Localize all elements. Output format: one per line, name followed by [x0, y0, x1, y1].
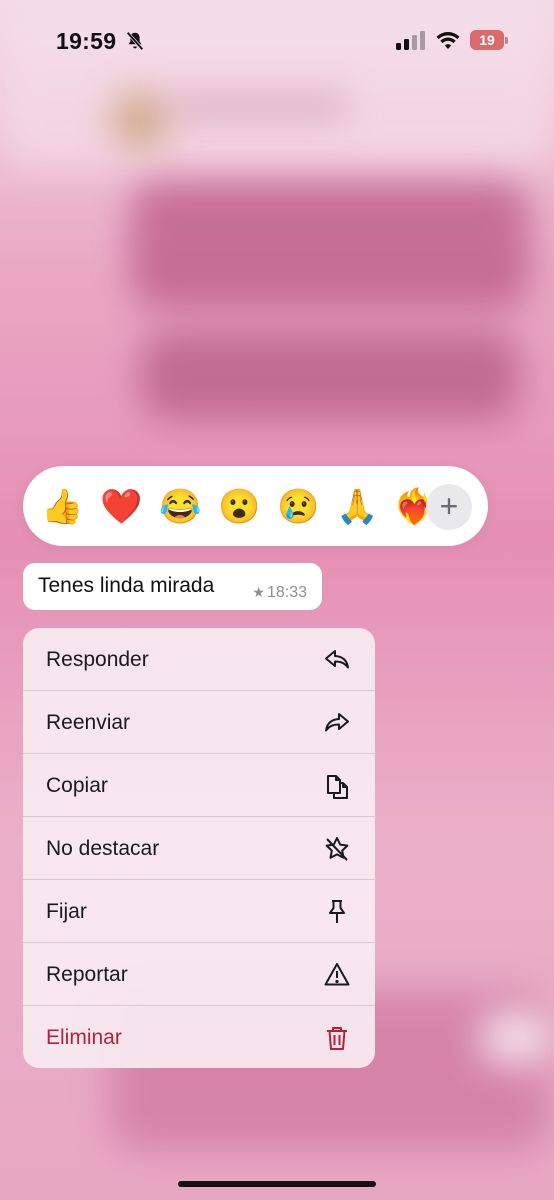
menu-item-label: Reportar	[46, 963, 128, 986]
menu-item-label: Fijar	[46, 900, 87, 923]
menu-item-report[interactable]: Reportar	[23, 943, 375, 1006]
pin-icon	[329, 900, 345, 923]
message-meta: ★ 18:33	[252, 584, 307, 602]
status-bar: 19:59 19	[0, 0, 554, 84]
menu-item-unstar[interactable]: No destacar	[23, 817, 375, 880]
forward-icon	[325, 713, 349, 732]
menu-item-label: No destacar	[46, 837, 160, 860]
menu-item-label: Eliminar	[46, 1026, 122, 1049]
bell-slash-icon	[126, 31, 144, 51]
trash-icon	[327, 1027, 347, 1050]
cellular-signal-icon	[396, 31, 425, 50]
menu-item-delete[interactable]: Eliminar	[23, 1006, 375, 1068]
star-icon: ★	[252, 584, 265, 600]
status-time: 19:59	[56, 28, 117, 54]
reaction-heart[interactable]: ❤️	[100, 486, 142, 528]
wifi-icon	[436, 32, 460, 49]
reaction-laughing[interactable]: 😂	[159, 486, 201, 528]
unstar-icon	[325, 837, 349, 861]
message-bubble[interactable]: Tenes linda mirada ★ 18:33	[23, 563, 322, 610]
battery-level: 19	[479, 32, 495, 48]
menu-item-label: Reenviar	[46, 711, 131, 734]
menu-item-reply[interactable]: Responder	[23, 628, 375, 691]
menu-item-label: Copiar	[46, 774, 108, 797]
reaction-picker: 👍 ❤️ 😂 😮 😢 🙏 ❤️‍🔥 +	[23, 466, 488, 546]
menu-item-label: Responder	[46, 648, 149, 671]
message-text: Tenes linda mirada	[38, 574, 215, 597]
menu-item-copy[interactable]: Copiar	[23, 754, 375, 817]
reaction-pray[interactable]: 🙏	[336, 486, 378, 528]
copy-icon	[327, 775, 348, 799]
menu-item-forward[interactable]: Reenviar	[23, 691, 375, 754]
reaction-crying[interactable]: 😢	[277, 486, 319, 528]
warning-icon	[324, 963, 350, 986]
reply-icon	[325, 650, 349, 669]
home-indicator[interactable]	[178, 1181, 376, 1187]
reaction-thumbs-up[interactable]: 👍	[41, 486, 83, 528]
context-menu: Responder Reenviar Copiar No destacar Fi…	[23, 628, 375, 1068]
menu-item-pin[interactable]: Fijar	[23, 880, 375, 943]
reaction-surprised[interactable]: 😮	[218, 486, 260, 528]
message-time: 18:33	[266, 584, 307, 601]
plus-icon[interactable]: +	[426, 484, 472, 530]
battery-indicator: 19	[470, 30, 510, 51]
